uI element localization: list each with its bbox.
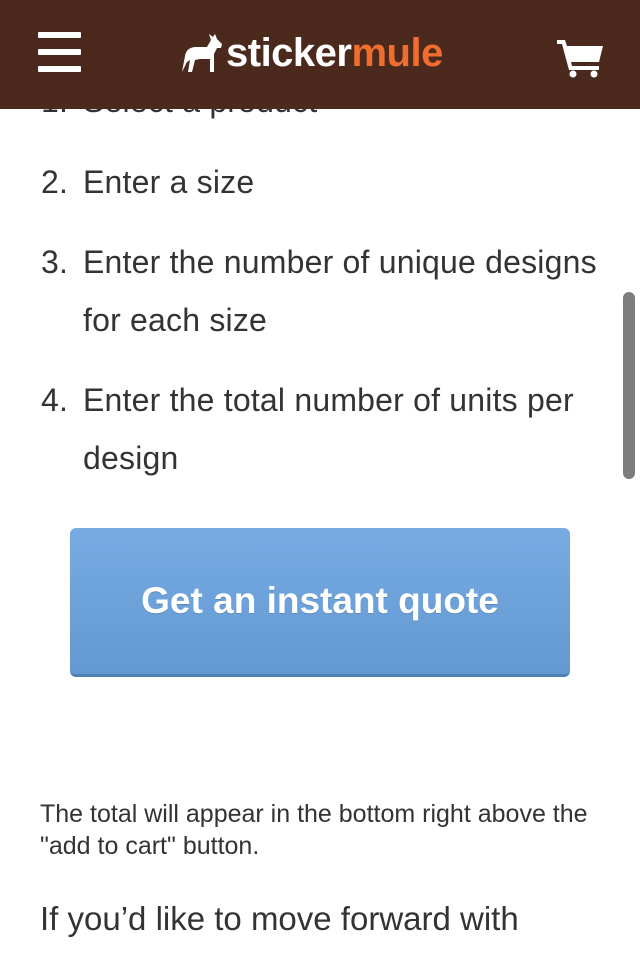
step-text: Enter the number of unique designs for e… — [83, 244, 597, 338]
shopping-cart-icon[interactable] — [557, 38, 603, 78]
step-number: 3. — [41, 244, 69, 280]
hamburger-menu-icon[interactable] — [38, 32, 81, 72]
logo-text: stickermule — [226, 28, 443, 78]
site-header: stickermule — [0, 0, 640, 109]
quote-button-label: Get an instant quote — [141, 580, 499, 621]
sticker-mule-logo[interactable]: stickermule — [180, 28, 443, 78]
get-instant-quote-button[interactable]: Get an instant quote — [70, 528, 570, 677]
step-units-per-design: 4. Enter the total number of units per d… — [41, 371, 601, 487]
move-forward-paragraph: If you’d like to move forward with — [40, 900, 519, 937]
step-text: Enter a size — [83, 164, 255, 200]
step-number: 2. — [41, 164, 69, 200]
mule-icon — [182, 34, 222, 72]
page-content: 1. Select a product 2. Enter a size 3. E… — [0, 0, 640, 959]
step-number: 4. — [41, 382, 69, 418]
total-note: The total will appear in the bottom righ… — [40, 800, 588, 860]
logo-mule-text: mule — [351, 31, 443, 75]
step-text: Enter the total number of units per desi… — [83, 382, 574, 476]
step-unique-designs: 3. Enter the number of unique designs fo… — [41, 233, 601, 349]
logo-sticker-text: sticker — [226, 31, 352, 75]
vertical-scrollbar[interactable] — [623, 292, 635, 479]
step-enter-size: 2. Enter a size — [41, 153, 601, 211]
